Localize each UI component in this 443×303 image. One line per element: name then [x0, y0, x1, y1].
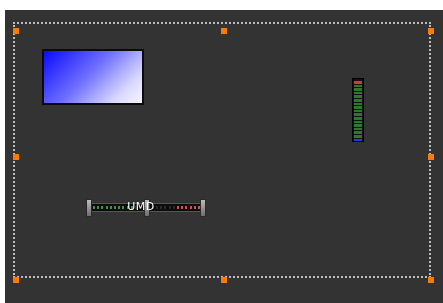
meter-segment [354, 131, 362, 134]
meter-segment [354, 102, 362, 106]
meter-segment [354, 91, 362, 95]
handle-top-right[interactable] [428, 28, 434, 34]
meter-tick [185, 206, 188, 209]
meter-tick [93, 206, 95, 209]
handle-bottom-middle[interactable] [221, 277, 227, 283]
umd-meter-strip[interactable]: UMD [86, 199, 206, 217]
handle-bottom-left[interactable] [13, 277, 19, 283]
meter-segment [354, 124, 362, 127]
meter-segment [354, 98, 362, 102]
handle-middle-right[interactable] [428, 154, 434, 160]
meter-segment [354, 127, 362, 131]
umd-label: UMD [127, 200, 155, 213]
meter-tick [101, 206, 104, 209]
meter-tick [189, 206, 192, 209]
meter-segment [354, 116, 362, 120]
meter-tick [97, 206, 100, 209]
vertical-level-meter[interactable] [352, 78, 364, 142]
meter-tick [168, 206, 171, 209]
meter-tick [109, 206, 112, 209]
meter-segment [354, 106, 362, 109]
handle-top-middle[interactable] [221, 28, 227, 34]
meter-tick [164, 206, 167, 209]
meter-segment [354, 109, 362, 113]
meter-segment [354, 138, 362, 142]
meter-segment [354, 81, 362, 84]
meter-segment [354, 95, 362, 98]
meter-left-cap[interactable] [86, 199, 92, 217]
meter-tick [105, 206, 108, 209]
meter-tick [177, 206, 179, 209]
meter-segment [354, 120, 362, 124]
meter-segment [354, 84, 362, 88]
handle-middle-left[interactable] [13, 154, 19, 160]
meter-tick [193, 206, 196, 209]
handle-top-left[interactable] [13, 28, 19, 34]
gradient-panel[interactable] [42, 49, 144, 105]
handle-bottom-right[interactable] [428, 277, 434, 283]
meter-segment [354, 113, 362, 116]
meter-segment [354, 88, 362, 91]
meter-tick [118, 206, 121, 209]
meter-segment [354, 134, 362, 138]
meter-tick [172, 206, 175, 209]
meter-right-cap[interactable] [200, 199, 206, 217]
meter-tick [114, 206, 116, 209]
meter-tick [181, 206, 184, 209]
